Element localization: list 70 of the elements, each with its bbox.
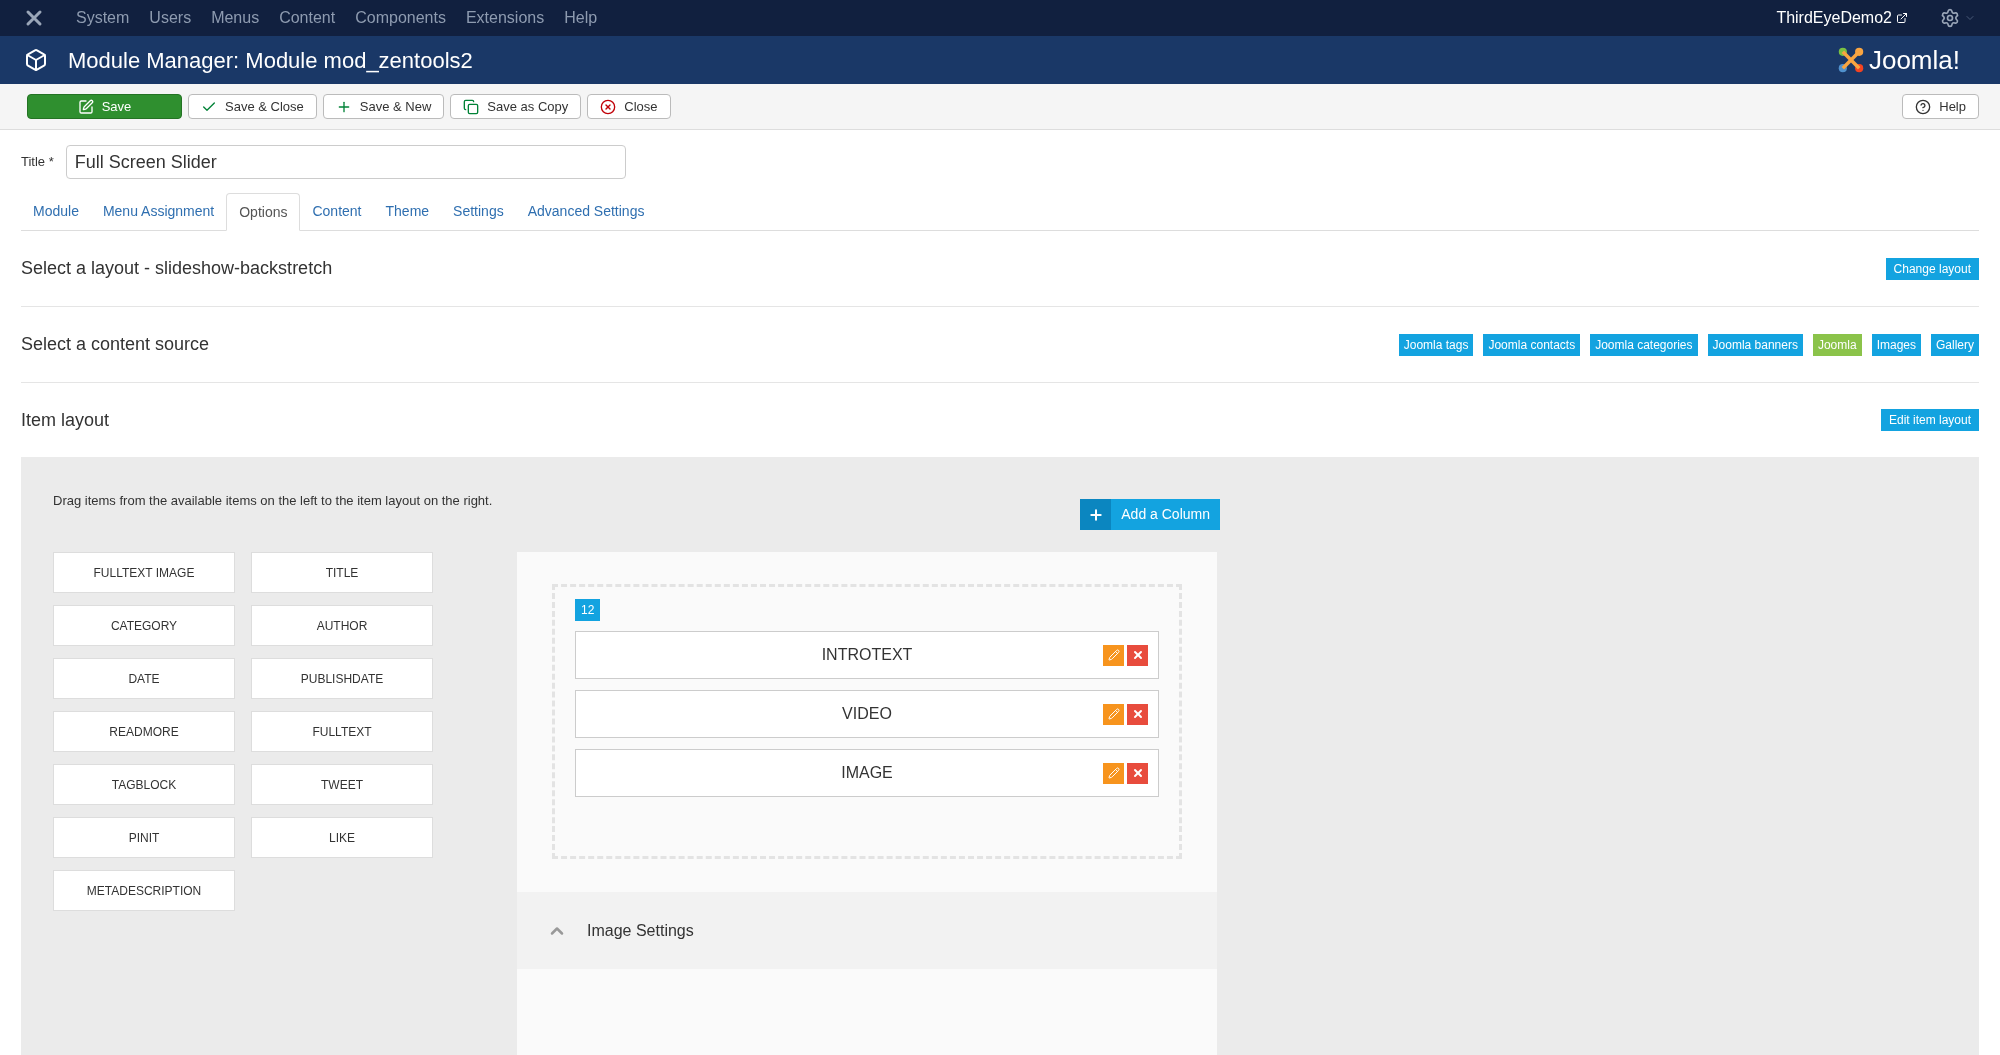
delete-button[interactable]: [1127, 703, 1148, 725]
image-settings-header[interactable]: Image Settings: [517, 892, 1217, 969]
layout-item[interactable]: INTROTEXT: [575, 631, 1159, 679]
close-icon: [1131, 649, 1144, 661]
section-heading: Item layout: [21, 408, 110, 432]
close-icon: [1131, 767, 1144, 779]
edit-button[interactable]: [1103, 762, 1124, 784]
tab[interactable]: Content: [300, 192, 374, 230]
help-icon: [1915, 98, 1932, 115]
toolbar-button[interactable]: Close: [587, 94, 671, 119]
available-item[interactable]: PUBLISHDATE: [251, 658, 433, 699]
layout-item-label: INTROTEXT: [821, 645, 913, 665]
available-item[interactable]: TAGBLOCK: [53, 764, 235, 805]
available-item[interactable]: READMORE: [53, 711, 235, 752]
plus-icon: [1087, 506, 1104, 523]
close-icon: [1131, 708, 1144, 720]
pencil-icon: [1107, 767, 1120, 779]
brand-logo: Joomla!: [1836, 40, 1960, 80]
available-item[interactable]: FULLTEXT: [251, 711, 433, 752]
pencil-icon: [1107, 708, 1120, 720]
available-item[interactable]: DATE: [53, 658, 235, 699]
delete-button[interactable]: [1127, 762, 1148, 784]
menu-item[interactable]: Components: [355, 6, 446, 30]
help-button[interactable]: Help: [1902, 94, 1979, 119]
site-link[interactable]: ThirdEyeDemo2: [1776, 6, 1908, 30]
available-item[interactable]: CATEGORY: [53, 605, 235, 646]
close-icon: [600, 98, 617, 115]
layout-item[interactable]: VIDEO: [575, 690, 1159, 738]
layout-item-label: IMAGE: [841, 763, 893, 783]
layout-item[interactable]: IMAGE: [575, 749, 1159, 797]
available-item[interactable]: TITLE: [251, 552, 433, 593]
menu-item[interactable]: Extensions: [465, 6, 545, 30]
edit-button[interactable]: [1103, 644, 1124, 666]
cube-icon: [24, 48, 48, 72]
page-title: Module Manager: Module mod_zentools2: [68, 46, 473, 75]
tab[interactable]: Menu Assignment: [90, 192, 227, 230]
edit-icon: [77, 98, 94, 115]
section-heading: Select a content source: [21, 333, 210, 356]
tab[interactable]: Options: [226, 193, 301, 231]
toolbar-button[interactable]: Save as Copy: [450, 94, 582, 119]
menu-item[interactable]: Help: [564, 6, 598, 30]
available-item[interactable]: PINIT: [53, 817, 235, 858]
pencil-icon: [1107, 649, 1120, 661]
instruction-text: Drag items from the available items on the left to the item layout on the right.: [53, 492, 493, 510]
menu-item[interactable]: System: [76, 6, 130, 30]
tab[interactable]: Advanced Settings: [515, 192, 657, 230]
tab[interactable]: Settings: [441, 192, 516, 230]
field-label: Title *: [21, 153, 54, 172]
external-link-icon: [1896, 12, 1908, 24]
title-input[interactable]: Full Screen Slider: [65, 145, 626, 179]
settings-icon[interactable]: [1940, 8, 1960, 28]
available-item[interactable]: TWEET: [251, 764, 433, 805]
delete-button[interactable]: [1127, 644, 1148, 666]
section-heading: Select a layout - slideshow-backstretch: [21, 257, 333, 280]
copy-icon: [463, 98, 480, 115]
save-button[interactable]: Save: [27, 94, 182, 119]
toolbar-button[interactable]: Save & New: [322, 94, 445, 119]
available-item[interactable]: FULLTEXT IMAGE: [53, 552, 235, 593]
available-item[interactable]: AUTHOR: [251, 605, 433, 646]
tab[interactable]: Theme: [373, 192, 442, 230]
toolbar-button[interactable]: Save & Close: [188, 94, 317, 119]
available-item[interactable]: METADESCRIPTION: [53, 870, 235, 911]
edit-button[interactable]: [1103, 703, 1124, 725]
column-width-badge: 12: [575, 599, 601, 621]
menu-item[interactable]: Users: [149, 6, 192, 30]
menu-item[interactable]: Menus: [211, 6, 260, 30]
tab[interactable]: Module: [21, 192, 91, 230]
available-item[interactable]: LIKE: [251, 817, 433, 858]
menu-item[interactable]: Content: [279, 6, 336, 30]
layout-item-label: VIDEO: [842, 704, 892, 724]
